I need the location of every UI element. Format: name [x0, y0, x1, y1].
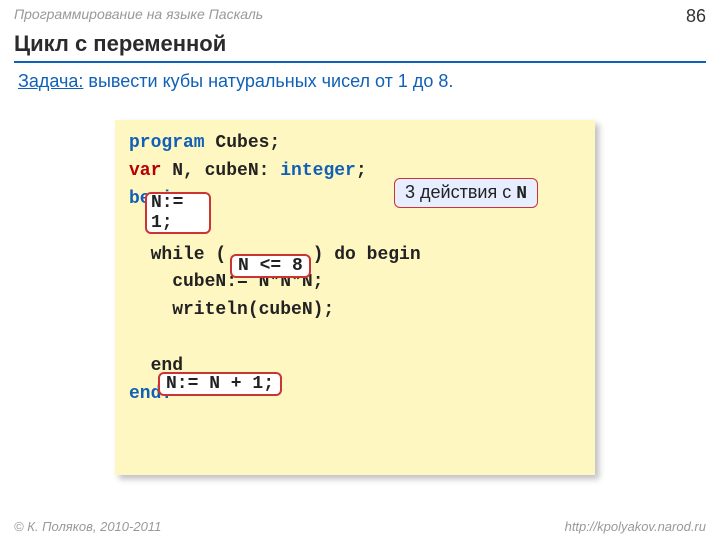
condition-highlight: N <= 8	[230, 254, 311, 278]
code-text: N <= 8	[238, 256, 303, 276]
actions-callout: 3 действия с N	[394, 178, 538, 208]
code-text: writeln(cubeN);	[129, 297, 581, 325]
code-text: ) do begin	[302, 245, 421, 265]
callout-var: N	[516, 184, 527, 204]
code-text: N:= N + 1;	[166, 374, 274, 394]
code-text: N, cubeN:	[161, 161, 280, 181]
copyright: © К. Поляков, 2010-2011	[14, 519, 161, 534]
code-text: cubeN:= N*N*N;	[129, 269, 581, 297]
page-title: Цикл с переменной	[14, 29, 706, 63]
code-block: program Cubes; var N, cubeN: integer; be…	[115, 120, 595, 475]
task-line: Задача: вывести кубы натуральных чисел о…	[18, 71, 702, 92]
kw-program: program	[129, 133, 205, 153]
init-highlight: N:= 1;	[145, 192, 211, 234]
course-name: Программирование на языке Паскаль	[14, 6, 263, 27]
code-text: ;	[356, 161, 367, 181]
page-number: 86	[686, 6, 706, 27]
kw-integer: integer	[280, 161, 356, 181]
increment-highlight: N:= N + 1;	[158, 372, 282, 396]
task-label: Задача:	[18, 71, 83, 91]
code-text: 1;	[151, 213, 173, 233]
task-text: вывести кубы натуральных чисел от 1 до 8…	[83, 71, 453, 91]
site-url: http://kpolyakov.narod.ru	[565, 519, 706, 534]
code-text: N:=	[151, 193, 183, 213]
code-text: while (	[129, 245, 237, 265]
slide-header: Программирование на языке Паскаль 86	[0, 0, 720, 29]
callout-text: 3 действия с	[405, 182, 516, 202]
kw-var: var	[129, 161, 161, 181]
slide-footer: © К. Поляков, 2010-2011 http://kpolyakov…	[0, 519, 720, 534]
code-text: Cubes;	[205, 133, 281, 153]
